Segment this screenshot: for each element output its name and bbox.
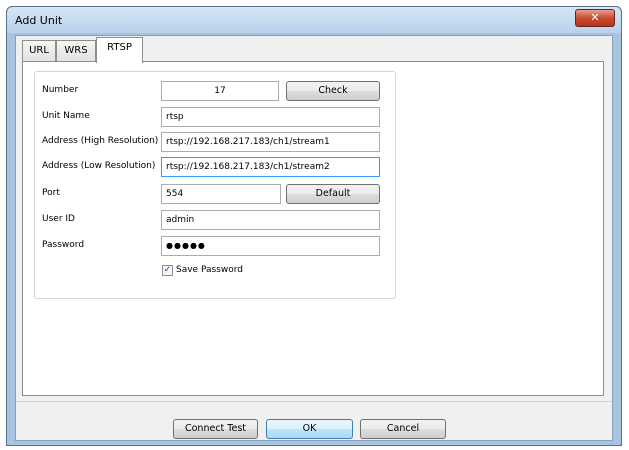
password-label: Password	[42, 240, 85, 250]
rtsp-settings-group: Number 17 Check Unit Name rtsp Address (…	[34, 71, 396, 299]
password-field[interactable]: ●●●●●	[161, 236, 380, 256]
save-password-checkbox[interactable]: ✓	[162, 265, 173, 276]
dialog-client-area: URL WRS RTSP Number 17 Check Unit Name r…	[15, 35, 613, 441]
save-password-label[interactable]: Save Password	[176, 265, 243, 275]
port-label: Port	[42, 188, 60, 198]
user-id-field[interactable]: admin	[161, 210, 380, 230]
address-low-field[interactable]: rtsp://192.168.217.183/ch1/stream2	[161, 157, 380, 177]
rtsp-tab-panel: Number 17 Check Unit Name rtsp Address (…	[22, 61, 604, 396]
tab-rtsp[interactable]: RTSP	[96, 37, 143, 63]
add-unit-dialog: Add Unit ✕ URL WRS RTSP Number 17 Check …	[6, 6, 622, 446]
number-field[interactable]: 17	[161, 81, 279, 101]
tab-wrs[interactable]: WRS	[56, 40, 96, 62]
address-high-field[interactable]: rtsp://192.168.217.183/ch1/stream1	[161, 132, 380, 152]
number-label: Number	[42, 85, 79, 95]
unit-name-field[interactable]: rtsp	[161, 107, 380, 127]
unit-name-label: Unit Name	[42, 111, 90, 121]
tab-url[interactable]: URL	[22, 40, 56, 62]
port-field[interactable]: 554	[161, 184, 281, 204]
check-button[interactable]: Check	[286, 81, 380, 101]
dialog-title: Add Unit	[15, 14, 63, 27]
close-icon: ✕	[590, 11, 600, 24]
address-low-label: Address (Low Resolution)	[42, 161, 156, 171]
title-bar: Add Unit ✕	[7, 7, 621, 33]
close-button[interactable]: ✕	[575, 9, 615, 27]
cancel-button[interactable]: Cancel	[360, 419, 446, 439]
default-button[interactable]: Default	[286, 184, 380, 204]
dialog-button-bar: Connect Test OK Cancel	[16, 401, 612, 442]
address-high-label: Address (High Resolution)	[42, 136, 159, 146]
user-id-label: User ID	[42, 214, 75, 224]
connect-test-button[interactable]: Connect Test	[173, 419, 258, 439]
checkmark-icon: ✓	[163, 265, 172, 275]
ok-button[interactable]: OK	[266, 419, 353, 439]
